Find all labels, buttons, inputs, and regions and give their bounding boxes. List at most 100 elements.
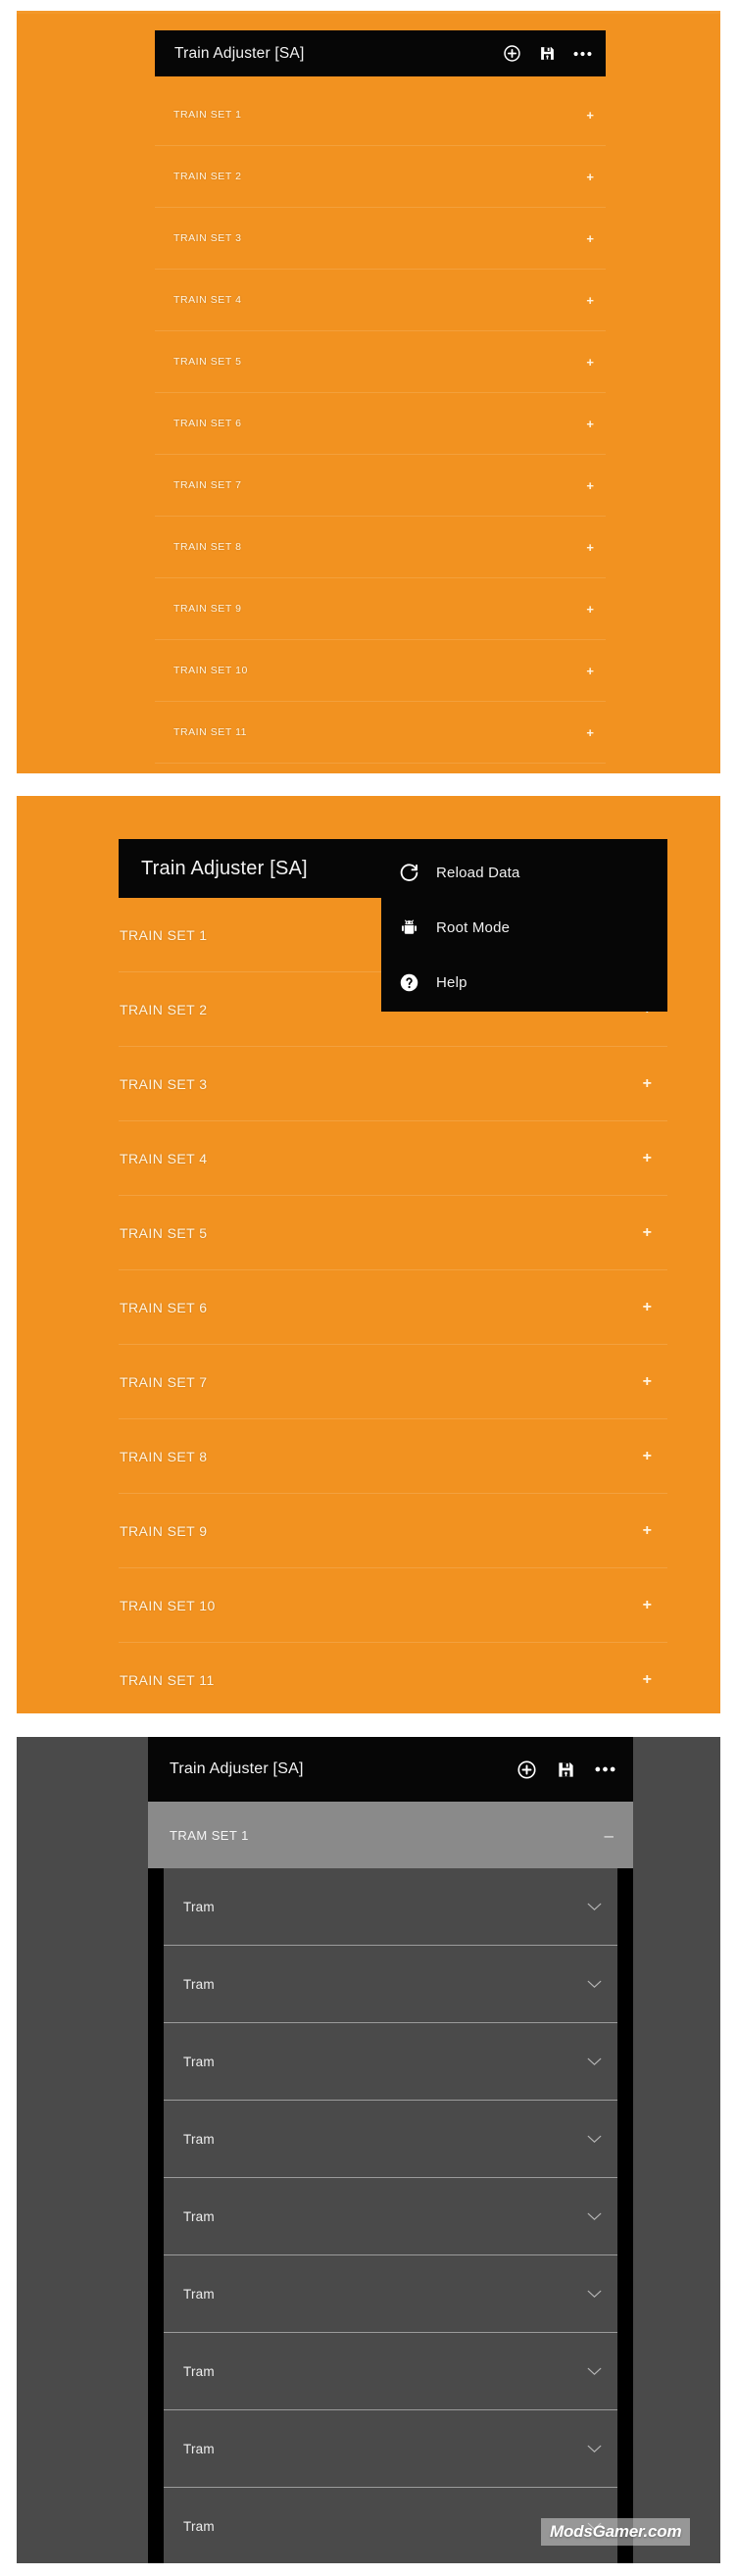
menu-item-root-mode[interactable]: Root Mode bbox=[381, 900, 667, 955]
chevron-down-icon[interactable] bbox=[587, 2367, 602, 2376]
app-title: Train Adjuster [SA] bbox=[170, 1760, 304, 1777]
tram-label: Tram bbox=[183, 2518, 215, 2534]
list-item[interactable]: Tram bbox=[164, 1946, 617, 2023]
overflow-menu-icon[interactable] bbox=[573, 51, 592, 57]
tram-list: Tram Tram Tram Tram Tram Tram Tram Tram … bbox=[164, 1868, 617, 2563]
expand-plus-icon[interactable]: + bbox=[586, 232, 594, 245]
table-row[interactable]: TRAIN SET 8 + bbox=[119, 1419, 667, 1494]
table-row[interactable]: TRAIN SET 3 + bbox=[119, 1047, 667, 1121]
train-set-list: TRAIN SET 1 + TRAIN SET 2 + TRAIN SET 3 … bbox=[119, 898, 667, 1713]
tram-label: Tram bbox=[183, 2441, 215, 2456]
tram-label: Tram bbox=[183, 1899, 215, 1914]
tram-label: Tram bbox=[183, 2054, 215, 2069]
app-bar: Train Adjuster [SA] bbox=[155, 30, 606, 76]
chevron-down-icon[interactable] bbox=[587, 2290, 602, 2299]
list-item[interactable]: Tram bbox=[164, 2410, 617, 2488]
table-row[interactable]: TRAIN SET 1 + bbox=[155, 84, 606, 146]
expand-plus-icon[interactable]: + bbox=[586, 603, 594, 616]
table-row[interactable]: TRAIN SET 3 + bbox=[155, 208, 606, 270]
train-set-label: TRAIN SET 7 bbox=[120, 1373, 208, 1390]
chevron-down-icon[interactable] bbox=[587, 2212, 602, 2221]
table-row[interactable]: TRAIN SET 10 + bbox=[155, 640, 606, 702]
table-row[interactable]: TRAIN SET 5 + bbox=[155, 331, 606, 393]
table-row[interactable]: TRAIN SET 6 + bbox=[155, 393, 606, 455]
table-row[interactable]: TRAIN SET 2 + bbox=[155, 146, 606, 208]
android-robot-icon bbox=[399, 917, 419, 938]
expand-plus-icon[interactable]: + bbox=[586, 109, 594, 122]
train-set-label: TRAIN SET 4 bbox=[120, 1150, 208, 1166]
expand-plus-icon[interactable]: + bbox=[586, 171, 594, 183]
train-set-label: TRAIN SET 3 bbox=[120, 1075, 208, 1092]
menu-item-label: Help bbox=[436, 973, 467, 991]
panel-tram-set-expanded-dark: Train Adjuster [SA] TRAM SET 1 – Tram Tr… bbox=[17, 1737, 720, 2563]
expand-plus-icon[interactable]: + bbox=[643, 1597, 652, 1613]
train-set-label: TRAIN SET 6 bbox=[173, 418, 242, 429]
expand-plus-icon[interactable]: + bbox=[586, 726, 594, 739]
add-circle-icon[interactable] bbox=[516, 1759, 537, 1780]
table-row[interactable]: TRAIN SET 4 + bbox=[119, 1121, 667, 1196]
app-bar: Train Adjuster [SA] bbox=[148, 1737, 633, 1802]
list-item[interactable]: Tram bbox=[164, 2178, 617, 2255]
train-set-label: TRAIN SET 9 bbox=[120, 1522, 208, 1539]
expand-plus-icon[interactable]: + bbox=[586, 665, 594, 677]
expand-plus-icon[interactable]: + bbox=[643, 1224, 652, 1241]
chevron-down-icon[interactable] bbox=[587, 1903, 602, 1911]
table-row[interactable]: TRAIN SET 8 + bbox=[155, 517, 606, 578]
expand-plus-icon[interactable]: + bbox=[643, 1671, 652, 1688]
train-set-label: TRAIN SET 5 bbox=[173, 356, 242, 368]
table-row[interactable]: TRAIN SET 4 + bbox=[155, 270, 606, 331]
table-row[interactable]: TRAIN SET 7 + bbox=[155, 455, 606, 517]
list-item[interactable]: Tram bbox=[164, 1868, 617, 1946]
app-bar-actions bbox=[503, 44, 592, 63]
list-item[interactable]: Tram bbox=[164, 2023, 617, 2101]
expand-plus-icon[interactable]: + bbox=[643, 1448, 652, 1464]
list-item[interactable]: Tram bbox=[164, 2101, 617, 2178]
menu-item-reload-data[interactable]: Reload Data bbox=[381, 845, 667, 900]
overflow-menu-dropdown: Reload Data Root Mode Help bbox=[381, 839, 667, 1012]
save-icon[interactable] bbox=[539, 45, 556, 62]
table-row[interactable]: TRAIN SET 7 + bbox=[119, 1345, 667, 1419]
train-set-label: TRAIN SET 11 bbox=[173, 726, 248, 738]
chevron-down-icon[interactable] bbox=[587, 2057, 602, 2066]
list-item[interactable]: Tram bbox=[164, 2333, 617, 2410]
tram-set-label: TRAM SET 1 bbox=[170, 1827, 249, 1843]
chevron-down-icon[interactable] bbox=[587, 1980, 602, 1989]
expand-plus-icon[interactable]: + bbox=[643, 1522, 652, 1539]
train-set-label: TRAIN SET 8 bbox=[120, 1448, 208, 1464]
table-row[interactable]: TRAIN SET 11 + bbox=[119, 1643, 667, 1713]
train-set-label: TRAIN SET 5 bbox=[120, 1224, 208, 1241]
table-row[interactable]: TRAIN SET 5 + bbox=[119, 1196, 667, 1270]
table-row[interactable]: TRAIN SET 11 + bbox=[155, 702, 606, 764]
collapse-minus-icon[interactable]: – bbox=[605, 1827, 614, 1844]
expand-plus-icon[interactable]: + bbox=[586, 541, 594, 554]
app-title: Train Adjuster [SA] bbox=[141, 857, 308, 879]
expand-plus-icon[interactable]: + bbox=[643, 1150, 652, 1166]
table-row[interactable]: TRAIN SET 10 + bbox=[119, 1568, 667, 1643]
expand-plus-icon[interactable]: + bbox=[643, 1075, 652, 1092]
expand-plus-icon[interactable]: + bbox=[586, 294, 594, 307]
help-circle-icon bbox=[399, 972, 419, 993]
train-set-label: TRAIN SET 11 bbox=[120, 1671, 215, 1688]
overflow-menu-icon[interactable] bbox=[595, 1766, 615, 1772]
expand-plus-icon[interactable]: + bbox=[586, 418, 594, 430]
table-row[interactable]: TRAIN SET 9 + bbox=[119, 1494, 667, 1568]
table-row[interactable]: TRAIN SET 9 + bbox=[155, 578, 606, 640]
panel-train-sets-with-overflow-menu: Train Adjuster [SA] Reload Data Root Mod… bbox=[17, 796, 720, 1713]
menu-item-help[interactable]: Help bbox=[381, 955, 667, 1010]
train-set-label: TRAIN SET 10 bbox=[173, 665, 248, 676]
expand-plus-icon[interactable]: + bbox=[643, 1373, 652, 1390]
train-set-label: TRAIN SET 9 bbox=[173, 603, 242, 615]
list-item[interactable]: Tram bbox=[164, 2255, 617, 2333]
train-set-label: TRAIN SET 2 bbox=[173, 171, 242, 182]
table-row[interactable]: TRAIN SET 6 + bbox=[119, 1270, 667, 1345]
add-circle-icon[interactable] bbox=[503, 44, 521, 63]
save-icon[interactable] bbox=[557, 1760, 575, 1779]
expand-plus-icon[interactable]: + bbox=[586, 479, 594, 492]
reload-icon bbox=[399, 863, 419, 883]
chevron-down-icon[interactable] bbox=[587, 2135, 602, 2144]
expand-plus-icon[interactable]: + bbox=[586, 356, 594, 369]
chevron-down-icon[interactable] bbox=[587, 2445, 602, 2453]
tram-set-header-row[interactable]: TRAM SET 1 – bbox=[148, 1802, 633, 1868]
train-set-label: TRAIN SET 4 bbox=[173, 294, 242, 306]
expand-plus-icon[interactable]: + bbox=[643, 1299, 652, 1315]
